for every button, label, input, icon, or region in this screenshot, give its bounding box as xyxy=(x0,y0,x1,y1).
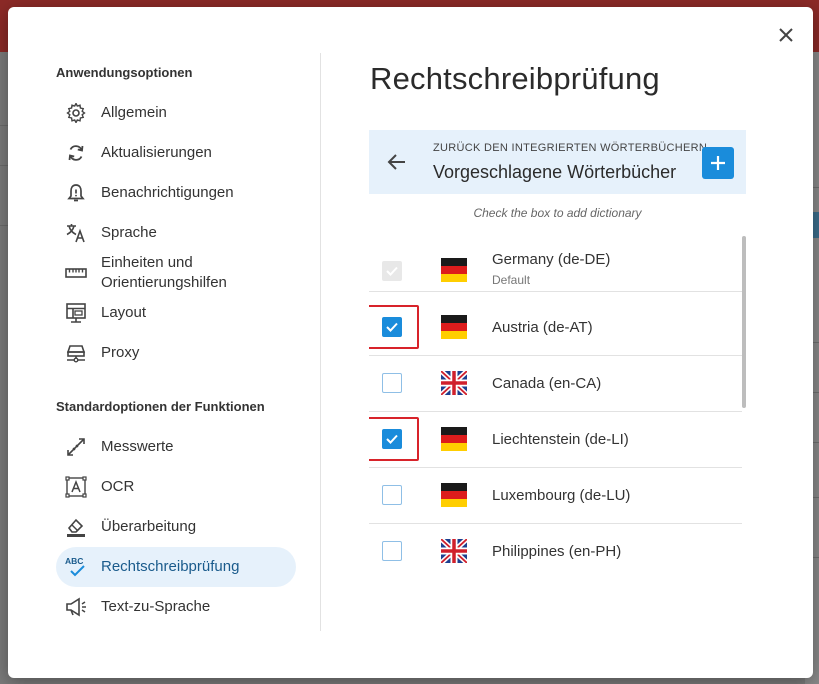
sidebar-item-text-to-speech[interactable]: Text-zu-Sprache xyxy=(56,587,296,627)
dictionary-checkbox[interactable] xyxy=(382,429,402,449)
gear-icon xyxy=(64,101,88,125)
germany-flag-icon xyxy=(441,315,467,339)
sidebar-item-spellcheck[interactable]: ABC Rechtschreibprüfung xyxy=(56,547,296,587)
sidebar-item-label: Benachrichtigungen xyxy=(101,184,234,201)
dictionary-label: Canada (en-CA) xyxy=(492,375,602,392)
bell-icon xyxy=(64,181,88,205)
check-icon xyxy=(386,322,398,332)
sidebar-item-label: Einheiten und Orientierungshilfen xyxy=(101,254,227,291)
list-item: Canada (en-CA) xyxy=(369,356,742,412)
list-item: Liechtenstein (de-LI) xyxy=(369,412,742,468)
germany-flag-icon xyxy=(441,258,467,282)
sidebar-item-label: Überarbeitung xyxy=(101,518,197,535)
dictionary-label: Liechtenstein (de-LI) xyxy=(492,431,629,448)
check-icon xyxy=(386,266,398,276)
sidebar-item-notifications[interactable]: Benachrichtigungen xyxy=(56,173,296,213)
dictionary-label: Philippines (en-PH) xyxy=(492,543,622,560)
sidebar-item-label: Layout xyxy=(101,304,147,321)
sidebar-item-ocr[interactable]: OCR xyxy=(56,467,296,507)
sidebar-item-general[interactable]: Allgemein xyxy=(56,93,296,133)
sidebar-item-label: Text-zu-Sprache xyxy=(101,598,211,615)
sidebar-item-redaction[interactable]: Überarbeitung xyxy=(56,507,296,547)
page-title: Rechtschreibprüfung xyxy=(370,61,660,96)
megaphone-icon xyxy=(64,595,88,619)
germany-flag-icon xyxy=(441,427,467,451)
dictionary-default-label: Default xyxy=(492,273,531,287)
eraser-icon xyxy=(64,515,88,539)
spellcheck-icon: ABC xyxy=(64,555,88,579)
dictionary-header-breadcrumb: ZURÜCK DEN INTEGRIERTEN WÖRTERBÜCHERN xyxy=(433,142,708,154)
arrow-left-icon xyxy=(387,154,405,170)
list-item: Philippines (en-PH) xyxy=(369,524,742,574)
dictionary-checkbox[interactable] xyxy=(382,261,402,281)
list-item: Luxembourg (de-LU) xyxy=(369,468,742,524)
sidebar-item-updates[interactable]: Aktualisierungen xyxy=(56,133,296,173)
sidebar-divider xyxy=(320,53,321,631)
refresh-icon xyxy=(64,141,88,165)
list-item: Germany (de-DE) Default xyxy=(369,236,742,292)
dictionary-header-title: Vorgeschlagene Wörterbücher xyxy=(433,162,677,182)
dictionary-label: Luxembourg (de-LU) xyxy=(492,487,631,504)
list-scrollbar[interactable] xyxy=(742,236,746,408)
nav-section-title-app-options: Anwendungsoptionen xyxy=(56,65,193,80)
background-divider xyxy=(0,225,8,226)
uk-flag-icon xyxy=(441,371,467,395)
sidebar-item-label: Aktualisierungen xyxy=(101,144,212,161)
dictionary-checkbox[interactable] xyxy=(382,485,402,505)
germany-flag-icon xyxy=(441,483,467,507)
sidebar-item-label: Sprache xyxy=(101,224,157,241)
dictionary-label: Germany (de-DE) xyxy=(492,251,611,268)
check-icon xyxy=(386,434,398,444)
sidebar-item-language[interactable]: Sprache xyxy=(56,213,296,253)
dictionary-checkbox[interactable] xyxy=(382,373,402,393)
plus-icon xyxy=(711,156,725,170)
add-dictionary-button[interactable] xyxy=(702,147,734,179)
nav-section-title-feature-defaults: Standardoptionen der Funktionen xyxy=(56,399,265,414)
measure-icon xyxy=(64,435,88,459)
sidebar-item-proxy[interactable]: Proxy xyxy=(56,333,296,373)
hint-text: Check the box to add dictionary xyxy=(473,206,642,220)
back-button[interactable] xyxy=(385,150,409,174)
list-item: Austria (de-AT) xyxy=(369,300,742,356)
sidebar-item-label: Proxy xyxy=(101,344,140,361)
dictionary-label: Austria (de-AT) xyxy=(492,319,593,336)
sidebar-item-layout[interactable]: Layout xyxy=(56,293,296,333)
sidebar-item-label: Allgemein xyxy=(101,104,167,121)
sidebar-item-measurements[interactable]: Messwerte xyxy=(56,427,296,467)
background-divider xyxy=(0,125,8,126)
sidebar-item-label: OCR xyxy=(101,478,135,495)
ruler-icon xyxy=(64,261,88,285)
background-divider xyxy=(0,165,8,166)
uk-flag-icon xyxy=(441,539,467,563)
dictionary-list: Germany (de-DE) Default Austria (de-AT) … xyxy=(369,236,742,574)
sidebar-item-units[interactable]: Einheiten und Orientierungshilfen xyxy=(56,249,296,297)
ocr-icon xyxy=(64,475,88,499)
layout-icon xyxy=(64,301,88,325)
sidebar-item-label: Messwerte xyxy=(101,438,174,455)
proxy-icon xyxy=(64,341,88,365)
close-icon xyxy=(779,28,793,42)
dictionary-checkbox[interactable] xyxy=(382,317,402,337)
translate-icon xyxy=(64,221,88,245)
dictionary-checkbox[interactable] xyxy=(382,541,402,561)
svg-text:ABC: ABC xyxy=(65,556,83,566)
close-button[interactable] xyxy=(774,23,798,47)
dictionary-header: ZURÜCK DEN INTEGRIERTEN WÖRTERBÜCHERN Vo… xyxy=(369,130,746,194)
preferences-dialog: Anwendungsoptionen Allgemein Aktualisier… xyxy=(8,7,813,678)
sidebar-item-label: Rechtschreibprüfung xyxy=(101,558,240,575)
